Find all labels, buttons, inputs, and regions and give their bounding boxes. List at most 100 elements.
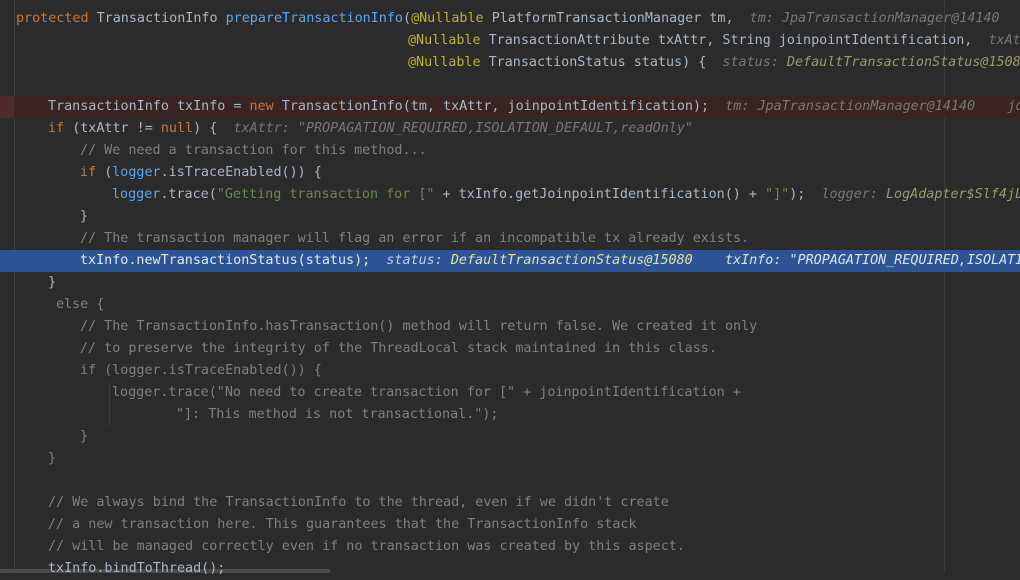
code-text: txInfo.newTransactionStatus(status); sta… xyxy=(80,250,1020,272)
code-line[interactable]: if (logger.isTraceEnabled()) { xyxy=(0,360,1020,382)
code-text: if (logger.isTraceEnabled()) { xyxy=(80,162,322,184)
code-text: // to preserve the integrity of the Thre… xyxy=(80,338,717,360)
breakpoint-marker[interactable] xyxy=(0,96,14,118)
code-token: } xyxy=(48,275,57,290)
code-token: TransactionStatus status) { xyxy=(488,55,723,70)
code-text: "]: This method is not transactional."); xyxy=(176,404,498,426)
code-line[interactable]: txInfo.bindToThread(); xyxy=(0,558,1020,580)
code-token: .isTraceEnabled()) { xyxy=(160,165,322,180)
comment-token: // a new transaction here. This guarante… xyxy=(48,517,637,532)
comment-token: } xyxy=(80,429,89,444)
code-line[interactable]: if (txAttr != null) { txAttr: "PROPAGATI… xyxy=(0,118,1020,140)
code-line[interactable]: if (logger.isTraceEnabled()) { xyxy=(0,162,1020,184)
code-token: + txInfo.getJoinpointIdentification() + xyxy=(434,187,766,202)
code-text: logger.trace("No need to create transact… xyxy=(112,382,741,404)
code-token: @Nullable xyxy=(411,11,492,26)
code-text: // a new transaction here. This guarante… xyxy=(48,514,637,536)
code-line[interactable]: } xyxy=(0,426,1020,448)
debug-value-token: txAt xyxy=(988,33,1020,48)
code-text: if (logger.isTraceEnabled()) { xyxy=(80,360,322,382)
code-line[interactable]: } xyxy=(0,448,1020,470)
code-token: PlatformTransactionManager tm, xyxy=(491,11,750,26)
debug-value-token: logger: xyxy=(821,187,886,202)
code-line[interactable]: logger.trace("No need to create transact… xyxy=(0,382,1020,404)
code-text: } xyxy=(80,206,88,228)
code-text: // The TransactionInfo.hasTransaction() … xyxy=(80,316,757,338)
code-token: TransactionAttribute txAttr, String join… xyxy=(488,33,989,48)
code-text: else { xyxy=(56,294,104,316)
code-line[interactable]: // We need a transaction for this method… xyxy=(0,140,1020,162)
code-line[interactable]: } xyxy=(0,206,1020,228)
code-token: txInfo.newTransactionStatus(status); xyxy=(80,253,387,268)
execution-point-line[interactable]: txInfo.newTransactionStatus(status); sta… xyxy=(0,250,1020,272)
code-token: (txAttr != xyxy=(72,121,161,136)
code-token: "]" xyxy=(765,187,790,202)
code-line[interactable]: protected TransactionInfo prepareTransac… xyxy=(0,8,1020,30)
code-line[interactable]: // The TransactionInfo.hasTransaction() … xyxy=(0,316,1020,338)
code-text: TransactionInfo txInfo = new Transaction… xyxy=(48,96,1020,118)
code-token: ) { xyxy=(193,121,234,136)
comment-token: // We need a transaction for this method… xyxy=(80,143,427,158)
code-token: protected xyxy=(16,11,97,26)
code-text: // will be managed correctly even if no … xyxy=(48,536,685,558)
code-token: TransactionInfo(tm, txAttr, joinpointIde… xyxy=(281,99,726,114)
comment-token: } xyxy=(48,451,57,466)
code-token: @Nullable xyxy=(408,33,489,48)
comment-token: // The TransactionInfo.hasTransaction() … xyxy=(80,319,758,334)
code-token: logger xyxy=(112,165,161,180)
code-line[interactable]: // will be managed correctly even if no … xyxy=(0,536,1020,558)
code-token: logger xyxy=(112,187,161,202)
code-token: if xyxy=(48,121,73,136)
breakpoint-line[interactable]: TransactionInfo txInfo = new Transaction… xyxy=(0,96,1020,118)
code-line[interactable]: logger.trace("Getting transaction for ["… xyxy=(0,184,1020,206)
code-token: ( xyxy=(403,11,412,26)
code-line[interactable]: @Nullable TransactionStatus status) { st… xyxy=(0,52,1020,74)
code-text: logger.trace("Getting transaction for ["… xyxy=(112,184,1020,206)
comment-token: else { xyxy=(56,297,105,312)
debug-value-token: DefaultTransactionStatus@15080 xyxy=(450,253,693,268)
code-line[interactable]: else { xyxy=(0,294,1020,316)
code-text: } xyxy=(80,426,88,448)
code-token: prepareTransactionInfo xyxy=(225,11,403,26)
execution-marker[interactable] xyxy=(0,250,14,272)
code-text: } xyxy=(48,448,56,470)
comment-token: // We always bind the TransactionInfo to… xyxy=(48,495,669,510)
code-token: TransactionInfo xyxy=(96,11,226,26)
debug-value-token: txInfo: "PROPAGATION_REQUIRED,ISOLATI xyxy=(692,253,1020,268)
comment-token: // The transaction manager will flag an … xyxy=(80,231,750,246)
debug-value-token: txAttr: "PROPAGATION_REQUIRED,ISOLATION_… xyxy=(233,121,693,136)
code-line[interactable]: @Nullable TransactionAttribute txAttr, S… xyxy=(0,30,1020,52)
code-text: protected TransactionInfo prepareTransac… xyxy=(16,8,1000,30)
code-line[interactable]: } xyxy=(0,272,1020,294)
debug-value-token: tm: JpaTransactionManager@14140 xyxy=(749,11,1000,26)
code-token: if xyxy=(80,165,105,180)
code-text: } xyxy=(48,272,56,294)
code-text: // We need a transaction for this method… xyxy=(80,140,427,162)
code-line[interactable]: // We always bind the TransactionInfo to… xyxy=(0,492,1020,514)
code-line[interactable] xyxy=(0,74,1020,96)
code-token: .trace( xyxy=(160,187,217,202)
code-text: @Nullable TransactionStatus status) { st… xyxy=(408,52,1020,74)
comment-token: // will be managed correctly even if no … xyxy=(48,539,685,554)
code-token: "Getting transaction for [" xyxy=(216,187,435,202)
comment-token: logger.trace("No need to create transact… xyxy=(112,385,741,400)
debug-value-token: tm: JpaTransactionManager@14140 joi xyxy=(725,99,1020,114)
code-text: // The transaction manager will flag an … xyxy=(80,228,749,250)
code-token: TransactionInfo txInfo = xyxy=(48,99,250,114)
code-token: null xyxy=(160,121,194,136)
code-text: @Nullable TransactionAttribute txAttr, S… xyxy=(408,30,1020,52)
code-token: } xyxy=(80,209,89,224)
code-line[interactable]: // to preserve the integrity of the Thre… xyxy=(0,338,1020,360)
code-line[interactable]: "]: This method is not transactional."); xyxy=(0,404,1020,426)
comment-token: if (logger.isTraceEnabled()) { xyxy=(80,363,322,378)
code-editor[interactable]: protected TransactionInfo prepareTransac… xyxy=(0,0,1020,576)
debug-value-token: LogAdapter$Slf4jL xyxy=(885,187,1020,202)
code-token: new xyxy=(249,99,282,114)
code-token: txInfo.bindToThread(); xyxy=(48,561,226,576)
code-line[interactable]: // a new transaction here. This guarante… xyxy=(0,514,1020,536)
code-line[interactable]: // The transaction manager will flag an … xyxy=(0,228,1020,250)
debug-value-token: DefaultTransactionStatus@1508 xyxy=(786,55,1020,70)
comment-token: // to preserve the integrity of the Thre… xyxy=(80,341,717,356)
code-text: // We always bind the TransactionInfo to… xyxy=(48,492,669,514)
code-line[interactable] xyxy=(0,470,1020,492)
